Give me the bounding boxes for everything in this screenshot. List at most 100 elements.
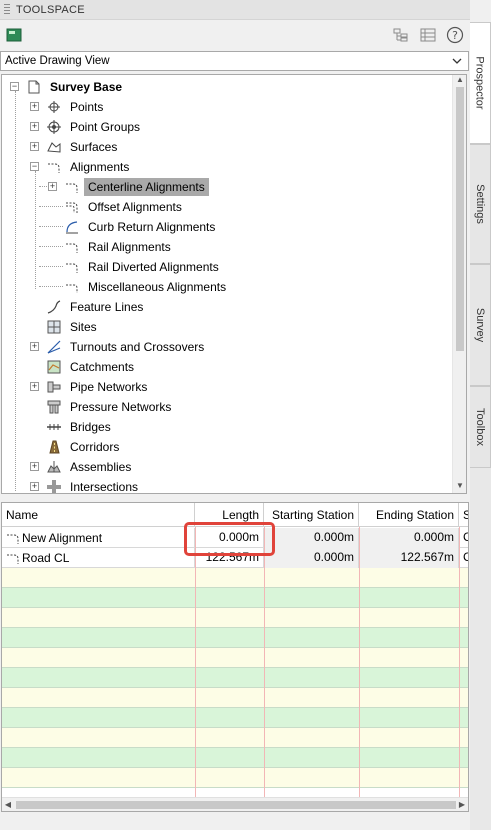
collapse-icon[interactable]: −: [30, 162, 39, 171]
cell-ending-station[interactable]: 122.567m: [359, 548, 459, 568]
grid-horizontal-scrollbar[interactable]: ◀ ▶: [2, 797, 468, 811]
expand-icon[interactable]: +: [30, 142, 39, 151]
tree-item-alignments[interactable]: − Alignments: [30, 157, 133, 177]
column-divider: [195, 527, 196, 797]
tree-item-catchments[interactable]: Catchments: [46, 357, 138, 377]
tree-item-intersections[interactable]: + Intersections: [30, 477, 142, 493]
tree-item-label: Centerline Alignments: [84, 178, 209, 196]
tree-item-surfaces[interactable]: + Surfaces: [30, 137, 121, 157]
empty-table-row: [2, 568, 468, 588]
tree-item-rail-alignments[interactable]: Rail Alignments: [64, 237, 175, 257]
tree-item-label: Surfaces: [70, 140, 118, 154]
cell-name-text: New Alignment: [22, 530, 103, 545]
scroll-up-icon[interactable]: ▲: [453, 75, 466, 87]
corridors-icon: [46, 439, 62, 455]
expand-icon[interactable]: +: [30, 462, 39, 471]
tree-scrollbar[interactable]: ▲ ▼: [452, 75, 466, 493]
expand-icon[interactable]: +: [30, 342, 39, 351]
alignment-icon: [6, 550, 20, 566]
cell-name: Road CL: [2, 548, 195, 568]
empty-table-row: [2, 648, 468, 668]
tree-item-label: Offset Alignments: [88, 200, 182, 214]
curb-return-alignment-icon: [64, 219, 80, 235]
prospector-tree: − Survey Base + Points + Point Groups + …: [1, 74, 467, 494]
collapse-icon[interactable]: −: [10, 82, 19, 91]
scroll-left-icon[interactable]: ◀: [2, 798, 14, 811]
cell-ending-station[interactable]: 0.000m: [359, 528, 459, 548]
tab-settings[interactable]: Settings: [470, 144, 491, 264]
tree-item-sites[interactable]: Sites: [46, 317, 101, 337]
tree-item-curb-return-alignments[interactable]: Curb Return Alignments: [64, 217, 219, 237]
alignments-icon: [46, 159, 62, 175]
tree-item-corridors[interactable]: Corridors: [46, 437, 123, 457]
pressure-networks-icon: [46, 399, 62, 415]
tree-item-points[interactable]: + Points: [30, 97, 107, 117]
tab-prospector[interactable]: Prospector: [470, 22, 491, 144]
tree-scrollbar-thumb[interactable]: [456, 87, 464, 351]
column-header-starting-station[interactable]: Starting Station: [264, 503, 359, 527]
help-icon[interactable]: ?: [446, 26, 464, 44]
tree-item-offset-alignments[interactable]: Offset Alignments: [64, 197, 186, 217]
grid-scrollbar-thumb[interactable]: [16, 801, 456, 809]
alignment-icon: [6, 530, 20, 546]
point-groups-icon: [46, 119, 62, 135]
expand-icon[interactable]: +: [48, 182, 57, 191]
tree-item-label: Assemblies: [70, 460, 132, 474]
tree-item-rail-diverted-alignments[interactable]: Rail Diverted Alignments: [64, 257, 223, 277]
tree-item-bridges[interactable]: Bridges: [46, 417, 115, 437]
expand-icon[interactable]: +: [30, 382, 39, 391]
scroll-down-icon[interactable]: ▼: [453, 481, 466, 493]
tree-item-miscellaneous-alignments[interactable]: Miscellaneous Alignments: [64, 277, 230, 297]
prospector-icon[interactable]: [5, 26, 23, 44]
tree-connector: [39, 226, 63, 227]
tree-item-label: Curb Return Alignments: [88, 220, 216, 234]
sites-icon: [46, 319, 62, 335]
assemblies-icon: [46, 459, 62, 475]
tree-item-pipe-networks[interactable]: + Pipe Networks: [30, 377, 151, 397]
grip-icon[interactable]: [4, 3, 10, 16]
tree-item-label: Corridors: [70, 440, 120, 454]
column-header-style[interactable]: S: [459, 503, 468, 527]
empty-table-row: [2, 668, 468, 688]
scroll-right-icon[interactable]: ▶: [456, 798, 468, 811]
cell-name-text: Road CL: [22, 550, 70, 565]
empty-table-row: [2, 708, 468, 728]
column-header-ending-station[interactable]: Ending Station: [359, 503, 459, 527]
tree-item-centerline-alignments[interactable]: + Centerline Alignments: [48, 177, 209, 197]
panel-splitter[interactable]: [0, 495, 470, 501]
view-selector-dropdown[interactable]: Active Drawing View: [0, 51, 469, 71]
tree-item-label: Miscellaneous Alignments: [88, 280, 227, 294]
title-bar[interactable]: TOOLSPACE: [0, 0, 470, 20]
tree-item-assemblies[interactable]: + Assemblies: [30, 457, 135, 477]
pipe-networks-icon: [46, 379, 62, 395]
tree-item-label: Point Groups: [70, 120, 141, 134]
item-view-icon[interactable]: [392, 26, 410, 44]
cell-starting-station[interactable]: 0.000m: [264, 528, 359, 548]
tab-survey[interactable]: Survey: [470, 264, 491, 386]
highlight-annotation-box: [184, 522, 275, 556]
list-view-icon[interactable]: [419, 26, 437, 44]
tree-connector: [15, 91, 16, 491]
empty-table-row: [2, 768, 468, 788]
tree-root-survey-base[interactable]: − Survey Base: [10, 77, 126, 97]
tree-item-feature-lines[interactable]: Feature Lines: [46, 297, 147, 317]
cell-starting-station[interactable]: 0.000m: [264, 548, 359, 568]
tree-item-point-groups[interactable]: + Point Groups: [30, 117, 144, 137]
side-tab-strip: Prospector Settings Survey Toolbox: [470, 22, 491, 830]
misc-alignment-icon: [64, 279, 80, 295]
expand-icon[interactable]: +: [30, 122, 39, 131]
centerline-alignment-icon: [64, 179, 80, 195]
expand-icon[interactable]: +: [30, 102, 39, 111]
empty-table-row: [2, 748, 468, 768]
cell-style[interactable]: C: [459, 548, 468, 568]
expand-icon[interactable]: +: [30, 482, 39, 491]
tab-toolbox[interactable]: Toolbox: [470, 386, 491, 468]
cell-name: New Alignment: [2, 528, 195, 548]
column-header-name[interactable]: Name: [2, 503, 195, 527]
cell-style[interactable]: C: [459, 528, 468, 548]
surfaces-icon: [46, 139, 62, 155]
tree-item-turnouts-and-crossovers[interactable]: + Turnouts and Crossovers: [30, 337, 208, 357]
tree-item-pressure-networks[interactable]: Pressure Networks: [46, 397, 175, 417]
turnouts-icon: [46, 339, 62, 355]
svg-text:?: ?: [452, 29, 458, 42]
